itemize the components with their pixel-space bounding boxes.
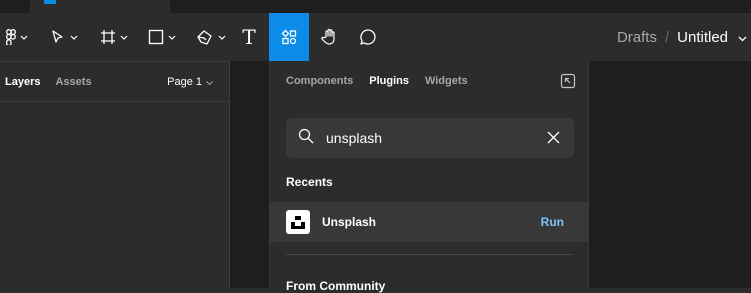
expand-icon[interactable] [560,73,576,89]
tab-layers[interactable]: Layers [5,76,40,88]
run-button[interactable]: Run [541,215,564,229]
chevron-down-icon [70,35,78,40]
community-heading: From Community [286,279,386,293]
search-icon [298,128,314,149]
file-title[interactable]: Untitled [677,29,728,46]
resources-grid-icon [281,29,297,45]
tab-plugins[interactable]: Plugins [369,75,409,87]
shape-tool-button[interactable] [142,13,182,61]
move-tool-button[interactable] [44,13,84,61]
file-tab[interactable] [30,0,170,13]
search-input[interactable] [326,130,526,146]
tab-components[interactable]: Components [286,75,353,87]
clear-search-icon[interactable] [547,131,560,149]
resources-popover: Components Plugins Widgets Recents Unspl… [269,61,589,293]
title-bar [0,0,751,13]
chevron-down-icon [218,35,226,40]
figma-logo-icon [6,29,16,45]
page-selector[interactable]: Page 1 [167,76,213,88]
file-tab-indicator [44,0,56,4]
main-menu-button[interactable] [0,13,34,61]
left-panel-tabs: Layers Assets Page 1 [0,62,229,102]
tab-widgets[interactable]: Widgets [425,75,468,87]
resources-tool-button[interactable] [269,13,309,61]
chevron-down-icon [168,35,176,40]
recents-heading: Recents [286,175,333,189]
chevron-down-icon[interactable] [738,29,747,46]
hand-icon [321,28,339,46]
plugin-name: Unsplash [322,215,377,229]
text-t-icon: T [242,25,256,49]
breadcrumb-separator: / [664,28,670,46]
frame-tool-button[interactable] [94,13,134,61]
breadcrumb-drafts[interactable]: Drafts [617,29,657,46]
comment-tool-button[interactable] [352,13,384,61]
tab-assets[interactable]: Assets [55,76,91,88]
resources-tabs: Components Plugins Widgets [270,61,588,101]
chevron-down-icon [120,35,128,40]
frame-hash-icon [100,29,116,45]
text-tool-button[interactable]: T [236,13,262,61]
unsplash-logo-icon [286,210,310,234]
divider [286,254,574,255]
plugin-row-unsplash[interactable]: Unsplash Run [270,202,588,242]
cursor-icon [50,29,66,45]
hand-tool-button[interactable] [314,13,346,61]
plugin-search [286,118,574,158]
page-selector-label: Page 1 [167,75,202,88]
pen-tool-button[interactable] [190,13,232,61]
chevron-down-icon [206,76,213,88]
speech-bubble-icon [359,28,377,46]
rectangle-icon [148,29,164,45]
chevron-down-icon [20,35,28,40]
pen-nib-icon [196,29,214,45]
breadcrumb: Drafts / Untitled [617,13,751,61]
left-panel: Layers Assets Page 1 [0,61,230,288]
